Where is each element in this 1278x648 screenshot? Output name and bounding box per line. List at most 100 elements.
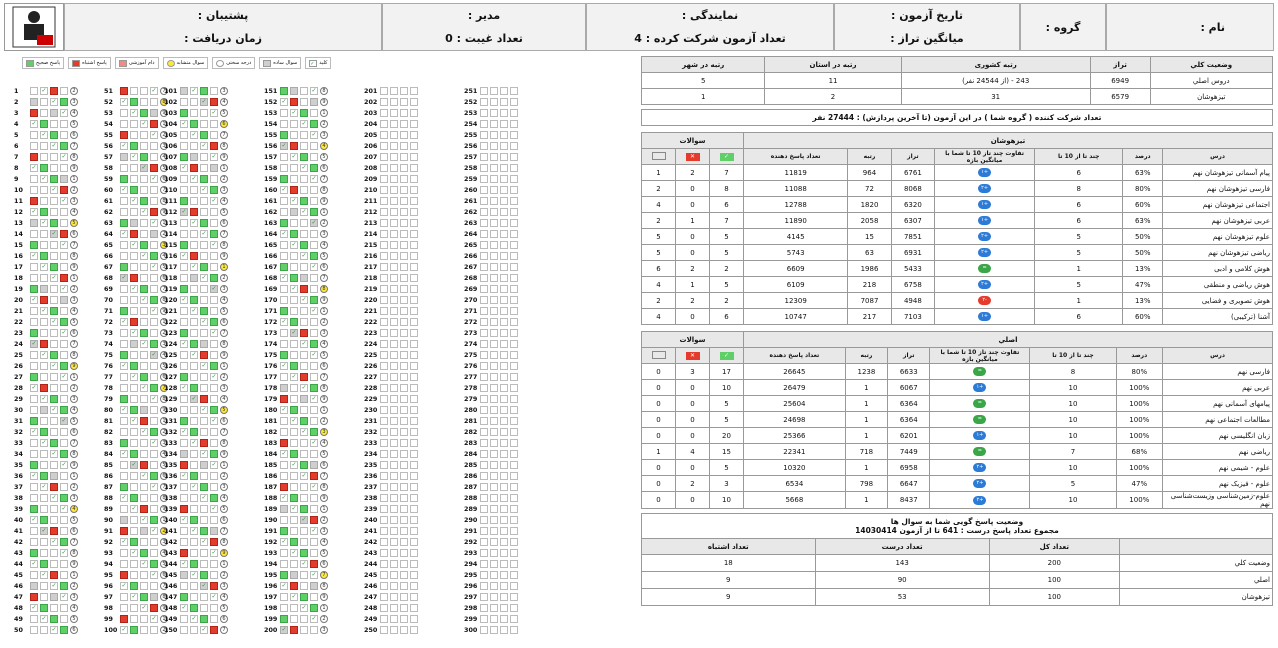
status-cell: 18 <box>641 554 816 572</box>
subject-cell: 8 <box>709 180 744 197</box>
answer-box <box>500 560 508 568</box>
difficulty-badge: 7 <box>220 527 228 535</box>
answer-box <box>400 263 408 271</box>
answer-box <box>380 582 388 590</box>
answer-box: ✓ <box>120 98 128 106</box>
answer-box <box>390 505 398 513</box>
answer-box <box>480 362 488 370</box>
answer-box <box>510 373 518 381</box>
answer-box <box>150 153 158 161</box>
question-row: 94 ✓ 5 <box>104 559 168 569</box>
answer-box <box>120 241 128 249</box>
answer-box <box>140 318 148 326</box>
answer-box <box>210 516 218 524</box>
question-row: 60 ✓ 7 <box>104 185 168 195</box>
question-row: 177 ✓ 7 <box>264 372 328 382</box>
answer-box <box>130 340 138 348</box>
difficulty-badge: 7 <box>220 329 228 337</box>
answer-box: ✓ <box>300 252 308 260</box>
subject-cell: 2 <box>675 292 710 309</box>
question-row: 297 <box>464 592 524 602</box>
answer-box <box>190 505 198 513</box>
difficulty-badge: 1 <box>320 505 328 513</box>
answer-box <box>510 527 518 535</box>
answer-box <box>150 230 158 238</box>
question-row: 102 ✓ 4 <box>164 97 228 107</box>
answer-box <box>380 142 388 150</box>
answer-box <box>490 604 498 612</box>
answer-box <box>510 241 518 249</box>
answer-box: ✓ <box>280 450 288 458</box>
question-row: 199 ✓ 2 <box>264 614 328 624</box>
status-header <box>1118 538 1274 555</box>
answer-box <box>380 527 388 535</box>
question-row: 192 ✓ 4 <box>264 537 328 547</box>
answer-box <box>140 615 148 623</box>
answer-box <box>50 593 58 601</box>
question-row: 126 ✓ 1 <box>164 361 228 371</box>
answer-box <box>410 472 418 480</box>
answer-box <box>210 164 218 172</box>
subject-cell: 15 <box>709 443 744 460</box>
answer-box <box>390 362 398 370</box>
answer-box <box>60 318 68 326</box>
answer-box: ✓ <box>50 98 58 106</box>
answer-box <box>180 406 188 414</box>
answer-box <box>130 395 138 403</box>
answer-box: ✓ <box>310 395 318 403</box>
legend-correct: پاسخ صحیح <box>22 57 65 69</box>
answer-box <box>190 406 198 414</box>
question-row: 113 ✓ 6 <box>164 218 228 228</box>
answer-box <box>500 340 508 348</box>
answer-box <box>500 472 508 480</box>
answer-box <box>140 307 148 315</box>
difficulty-badge: 8 <box>220 439 228 447</box>
answer-box <box>510 560 518 568</box>
answer-box <box>480 263 488 271</box>
question-row: 114 ✓ 7 <box>164 229 228 239</box>
rank-table: وضعيت کلي تراز رتبه کشوری رتبه در استان رتبه… <box>640 56 1274 105</box>
answer-box <box>150 296 158 304</box>
subject-cell: 7103 <box>890 308 936 325</box>
difficulty-badge: 7 <box>320 373 328 381</box>
answer-box <box>500 131 508 139</box>
subject-cell: 60% <box>1122 196 1163 213</box>
answer-box <box>480 197 488 205</box>
answer-box <box>210 406 218 414</box>
answer-box <box>60 582 68 590</box>
subject-cell: 0 <box>675 228 710 245</box>
difficulty-badge: 2 <box>70 87 78 95</box>
difficulty-badge: 1 <box>220 263 228 271</box>
answer-box <box>490 571 498 579</box>
answer-box <box>200 395 208 403</box>
difficulty-badge: 6 <box>70 527 78 535</box>
question-row: 139 ✓ 5 <box>164 504 228 514</box>
answer-box <box>380 340 388 348</box>
answer-box <box>490 362 498 370</box>
status-cell: 143 <box>814 554 990 572</box>
answer-box: ✓ <box>120 186 128 194</box>
answer-box <box>390 296 398 304</box>
diff-cell: -۲ <box>934 292 1036 309</box>
question-row: 20 ✓ 3 <box>14 295 78 305</box>
answer-box <box>500 263 508 271</box>
answer-box <box>400 219 408 227</box>
answer-box: ✓ <box>210 461 218 469</box>
answer-box: ✓ <box>120 582 128 590</box>
difficulty-badge: 7 <box>320 274 328 282</box>
question-row: 194 ✓ 6 <box>264 559 328 569</box>
subject-cell: 13% <box>1122 292 1163 309</box>
question-row: 216 <box>364 251 424 261</box>
difficulty-badge: 2 <box>320 615 328 623</box>
answer-box <box>490 582 498 590</box>
answer-box <box>490 186 498 194</box>
question-row: 129 ✓ 4 <box>164 394 228 404</box>
answer-box <box>310 461 318 469</box>
answer-box <box>140 285 148 293</box>
question-row: 140 ✓ 6 <box>164 515 228 525</box>
answer-box <box>400 604 408 612</box>
difficulty-badge: 8 <box>220 340 228 348</box>
answer-box: ✓ <box>30 252 38 260</box>
subject-cell: 7 <box>709 212 744 229</box>
subject-row: علوم-زمین‌شناسی وزیست‌شناسی نهم 100% 10 +۲ 8… <box>641 491 1273 509</box>
